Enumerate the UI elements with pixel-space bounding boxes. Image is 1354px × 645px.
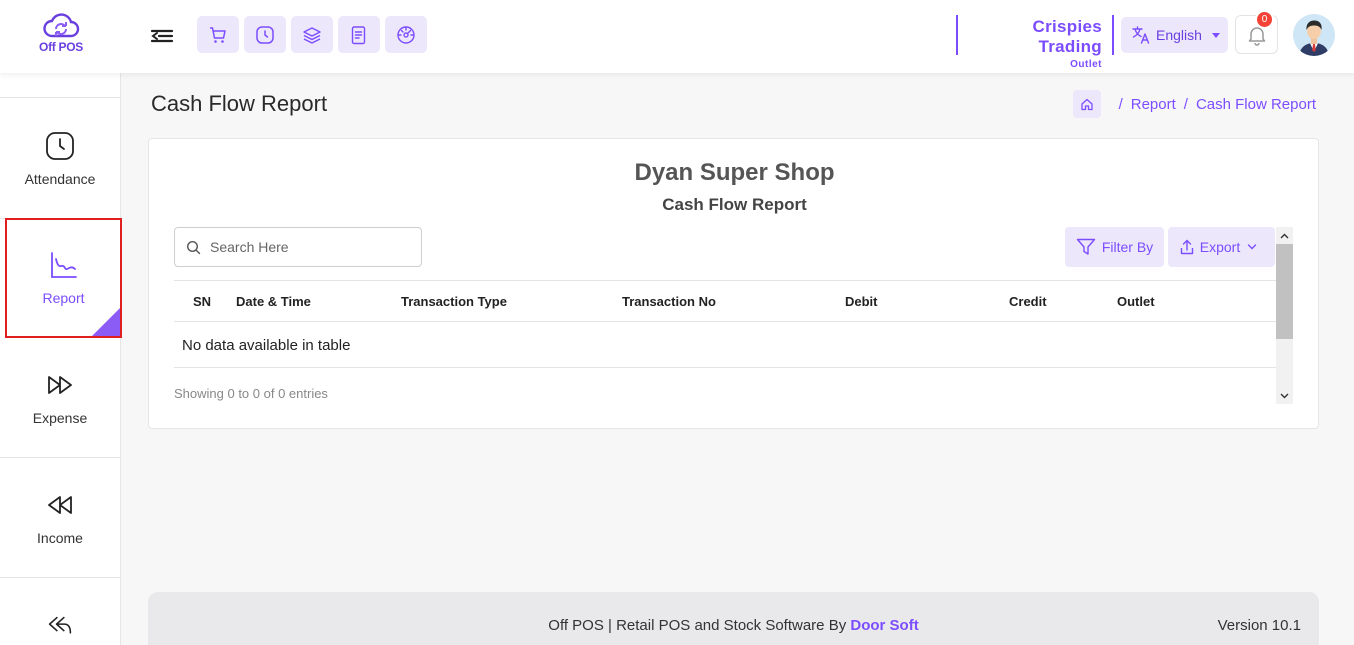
quick-report-button[interactable] — [338, 16, 380, 53]
chevron-down-icon — [1248, 244, 1257, 250]
scroll-up-arrow[interactable] — [1276, 227, 1293, 244]
quick-dashboard-button[interactable] — [385, 16, 427, 53]
forward-icon — [48, 375, 72, 394]
clock-icon — [256, 25, 274, 44]
column-header-debit[interactable]: Debit — [845, 294, 878, 309]
report-title: Cash Flow Report — [662, 195, 807, 214]
sidebar-item-return[interactable] — [0, 578, 120, 645]
menu-collapse-icon — [150, 29, 174, 43]
outlet-selector[interactable]: Crispies Trading Outlet — [956, 15, 1114, 70]
app-logo[interactable]: Off POS — [30, 12, 92, 60]
active-indicator — [92, 308, 120, 336]
sidebar-item-report[interactable]: Report — [5, 218, 122, 338]
reply-all-icon — [48, 616, 72, 634]
footer-credit: Off POS | Retail POS and Stock Software … — [548, 617, 851, 634]
breadcrumb-report[interactable]: Report — [1131, 96, 1176, 113]
user-avatar[interactable] — [1293, 14, 1335, 56]
column-header-date-time[interactable]: Date & Time — [236, 294, 311, 309]
table-scrollbar[interactable] — [1276, 227, 1293, 404]
filter-icon — [1076, 238, 1096, 255]
cloud-logo-icon — [43, 13, 80, 38]
sidebar-item-expense[interactable]: Expense — [0, 338, 120, 458]
user-avatar-icon — [1293, 14, 1335, 56]
search-input[interactable]: Search Here — [174, 227, 422, 267]
column-header-sn[interactable]: SN — [193, 294, 211, 309]
sidebar-divider — [0, 72, 120, 98]
scroll-thumb[interactable] — [1276, 244, 1293, 339]
rewind-icon — [48, 495, 72, 514]
sidebar-item-label: Attendance — [24, 170, 96, 187]
scroll-down-arrow[interactable] — [1276, 387, 1293, 404]
sidebar-toggle-button[interactable] — [150, 24, 174, 48]
table-info: Showing 0 to 0 of 0 entries — [174, 386, 328, 401]
top-bar: Off POS Crispies Trading Outlet English … — [0, 0, 1354, 73]
language-label: English — [1156, 27, 1202, 43]
caret-down-icon — [1211, 32, 1220, 38]
logo-text: Off POS — [39, 40, 83, 54]
sidebar-item-income[interactable]: Income — [0, 458, 120, 578]
table-header: SN Date & Time Transaction Type Transact… — [174, 280, 1277, 322]
chevron-up-icon — [1280, 233, 1289, 238]
filter-label: Filter By — [1101, 239, 1154, 255]
sidebar: Attendance Report Expense Income — [0, 72, 122, 645]
footer-brand-link[interactable]: Door Soft — [850, 617, 918, 634]
clock-icon — [46, 131, 74, 160]
shop-name: Dyan Super Shop — [634, 159, 835, 186]
column-header-transaction-type[interactable]: Transaction Type — [401, 294, 507, 309]
footer-text: Off POS | Retail POS and Stock Software … — [148, 617, 1319, 634]
cash-flow-table: SN Date & Time Transaction Type Transact… — [174, 280, 1277, 368]
notification-count-badge: 0 — [1255, 10, 1274, 29]
cart-icon — [210, 26, 226, 43]
layers-icon — [303, 26, 321, 44]
translate-icon — [1132, 26, 1150, 44]
breadcrumb-home[interactable] — [1072, 90, 1101, 118]
search-icon — [186, 240, 201, 254]
column-header-transaction-no[interactable]: Transaction No — [622, 294, 716, 309]
language-dropdown[interactable]: English — [1121, 17, 1228, 53]
breadcrumb-current: Cash Flow Report — [1195, 95, 1316, 113]
export-button[interactable]: Export — [1168, 227, 1275, 267]
page-title: Cash Flow Report — [151, 91, 328, 116]
company-name: Crispies Trading — [1032, 17, 1102, 56]
breadcrumb-separator: / — [1183, 95, 1188, 113]
breadcrumb-separator: / — [1118, 95, 1123, 113]
footer: Off POS | Retail POS and Stock Software … — [148, 592, 1319, 645]
filter-button[interactable]: Filter By — [1065, 227, 1164, 267]
column-header-credit[interactable]: Credit — [1009, 294, 1047, 309]
document-icon — [351, 25, 366, 44]
chevron-down-icon — [1280, 393, 1289, 398]
dashboard-icon — [397, 25, 415, 44]
sidebar-item-label: Income — [37, 529, 83, 546]
breadcrumb: / Report / Cash Flow Report — [1072, 90, 1316, 118]
quick-stock-button[interactable] — [291, 16, 333, 53]
company-subtitle: Outlet — [1070, 59, 1102, 70]
home-icon — [1080, 98, 1093, 111]
column-header-outlet[interactable]: Outlet — [1117, 294, 1155, 309]
chart-icon — [50, 252, 77, 278]
sidebar-item-label: Report — [42, 290, 85, 306]
export-label: Export — [1199, 239, 1241, 255]
quick-attendance-button[interactable] — [244, 16, 286, 53]
upload-icon — [1180, 239, 1193, 255]
quick-pos-button[interactable] — [197, 16, 239, 53]
sidebar-item-label: Expense — [32, 409, 88, 426]
empty-table-message: No data available in table — [174, 322, 1277, 368]
report-card: Dyan Super Shop Cash Flow Report Search … — [148, 138, 1319, 429]
version-label: Version 10.1 — [1217, 617, 1301, 634]
sidebar-item-attendance[interactable]: Attendance — [0, 99, 120, 219]
search-placeholder: Search Here — [210, 239, 289, 255]
